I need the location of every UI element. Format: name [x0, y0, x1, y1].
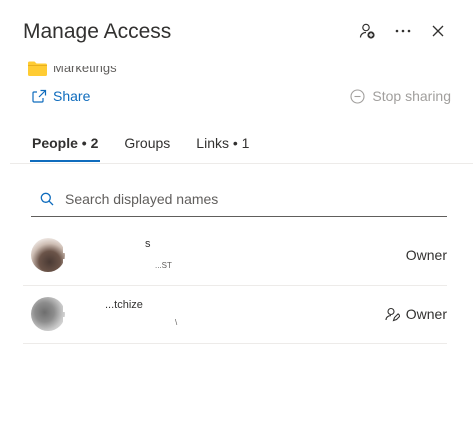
- avatar: [31, 238, 65, 272]
- stop-sharing-label: Stop sharing: [372, 88, 451, 104]
- person-row[interactable]: ...tchize \ Owner: [23, 285, 447, 344]
- stop-sharing-icon: [350, 88, 365, 104]
- more-options-icon[interactable]: [395, 29, 411, 33]
- role-label: Owner: [405, 306, 447, 322]
- page-title: Manage Access: [23, 20, 172, 43]
- avatar: [31, 297, 65, 331]
- share-button[interactable]: Share: [32, 88, 90, 104]
- stop-sharing-button[interactable]: Stop sharing: [350, 88, 451, 104]
- tab-divider: [10, 163, 473, 164]
- folder-row: Marketings: [28, 58, 228, 78]
- person-email: \: [175, 318, 178, 327]
- role-owner[interactable]: Owner: [406, 247, 447, 263]
- tab-links[interactable]: Links • 1: [186, 132, 259, 161]
- person-row[interactable]: s ...ST Owner: [23, 227, 447, 286]
- name-redaction: [63, 239, 193, 253]
- search-icon: [40, 192, 54, 206]
- close-icon[interactable]: [432, 25, 444, 37]
- tab-people[interactable]: People • 2: [22, 132, 108, 162]
- folder-label: Marketings: [53, 60, 117, 75]
- share-label: Share: [53, 88, 91, 104]
- person-email: ...ST: [155, 261, 172, 270]
- search-box: [31, 182, 447, 217]
- person-name: ...tchize: [105, 299, 143, 311]
- tab-groups[interactable]: Groups: [114, 132, 180, 161]
- folder-icon: [28, 61, 47, 76]
- email-redaction: [63, 317, 193, 329]
- share-icon: [32, 89, 47, 103]
- person-name: s: [145, 238, 151, 250]
- person-edit-icon: [385, 307, 400, 321]
- add-person-icon[interactable]: [358, 22, 376, 40]
- role-label: Owner: [405, 247, 447, 263]
- role-owner[interactable]: Owner: [385, 306, 447, 322]
- email-redaction: [63, 259, 193, 271]
- search-input[interactable]: [63, 190, 427, 208]
- tab-list: People • 2 Groups Links • 1: [22, 132, 265, 162]
